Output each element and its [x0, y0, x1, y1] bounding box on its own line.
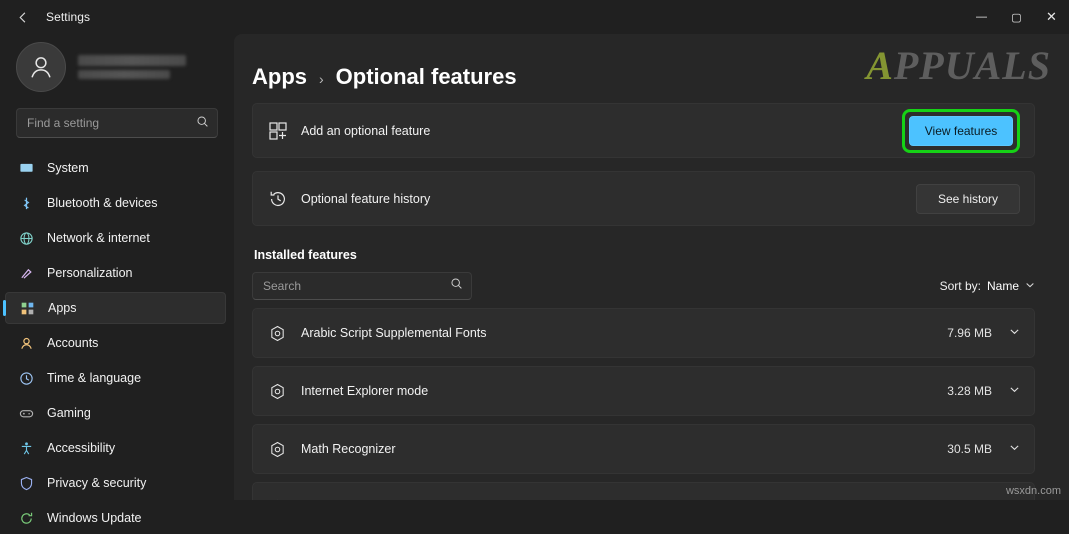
watermark-bottom: wsxdn.com: [1006, 485, 1061, 497]
breadcrumb-parent[interactable]: Apps: [252, 64, 307, 90]
feature-name: Internet Explorer mode: [301, 384, 947, 398]
sidebar: System Bluetooth & devices Network & int…: [0, 34, 234, 500]
feature-icon: [269, 325, 295, 342]
sidebar-item-label: Windows Update: [47, 511, 142, 525]
apps-icon: [16, 301, 38, 316]
sidebar-item-windows-update[interactable]: Windows Update: [5, 502, 226, 534]
sidebar-item-time-language[interactable]: Time & language: [5, 362, 226, 394]
see-history-button[interactable]: See history: [916, 184, 1020, 214]
chevron-down-icon[interactable]: [1006, 326, 1022, 340]
feature-row[interactable]: Arabic Script Supplemental Fonts 7.96 MB: [252, 308, 1035, 358]
search-icon: [196, 115, 209, 131]
feature-row[interactable]: Internet Explorer mode 3.28 MB: [252, 366, 1035, 416]
feature-name: Arabic Script Supplemental Fonts: [301, 326, 947, 340]
monitor-icon: [15, 161, 37, 176]
shield-icon: [15, 476, 37, 491]
settings-search[interactable]: [16, 108, 218, 138]
feature-size: 3.28 MB: [947, 384, 992, 398]
breadcrumb: Apps › Optional features: [252, 34, 1035, 90]
bluetooth-icon: [15, 196, 37, 211]
account-email-blurred: [78, 70, 170, 79]
feature-icon: [269, 383, 295, 400]
sidebar-item-gaming[interactable]: Gaming: [5, 397, 226, 429]
sidebar-item-label: Privacy & security: [47, 476, 146, 490]
card-add-optional-feature: Add an optional feature View features: [252, 103, 1035, 158]
sidebar-item-label: Apps: [48, 301, 77, 315]
title-bar: Settings — ▢ ✕: [0, 0, 1069, 34]
avatar: [16, 42, 66, 92]
card-label: Add an optional feature: [301, 124, 902, 138]
feature-row[interactable]: Math Recognizer 30.5 MB: [252, 424, 1035, 474]
installed-search-input[interactable]: [261, 278, 450, 294]
clock-icon: [15, 371, 37, 386]
search-input[interactable]: [25, 115, 192, 131]
window-controls: — ▢ ✕: [964, 0, 1069, 34]
maximize-button[interactable]: ▢: [999, 0, 1034, 34]
search-icon: [450, 277, 463, 295]
sidebar-item-label: Time & language: [47, 371, 141, 385]
sidebar-item-apps[interactable]: Apps: [5, 292, 226, 324]
feature-name: Math Recognizer: [301, 442, 947, 456]
app-shell: System Bluetooth & devices Network & int…: [0, 34, 1069, 500]
chevron-down-icon[interactable]: [1006, 442, 1022, 456]
view-features-button[interactable]: View features: [909, 116, 1013, 146]
content-area: APPUALS Apps › Optional features Add an …: [234, 34, 1069, 500]
close-button[interactable]: ✕: [1034, 0, 1069, 34]
feature-size: 30.5 MB: [947, 442, 992, 456]
brush-icon: [15, 266, 37, 281]
breadcrumb-separator: ›: [319, 71, 324, 87]
sidebar-nav: System Bluetooth & devices Network & int…: [0, 152, 234, 534]
app-title: Settings: [46, 10, 90, 24]
minimize-button[interactable]: —: [964, 0, 999, 34]
sidebar-item-label: Bluetooth & devices: [47, 196, 158, 210]
sidebar-item-label: Gaming: [47, 406, 91, 420]
sort-label: Sort by:: [940, 279, 981, 293]
sidebar-item-accounts[interactable]: Accounts: [5, 327, 226, 359]
card-label: Optional feature history: [301, 192, 916, 206]
account-name-blurred: [78, 55, 186, 66]
card-optional-feature-history: Optional feature history See history: [252, 171, 1035, 226]
history-icon: [269, 190, 295, 208]
network-icon: [15, 231, 37, 246]
sidebar-item-network-internet[interactable]: Network & internet: [5, 222, 226, 254]
installed-filter-row: Sort by: Name: [252, 272, 1035, 300]
sidebar-item-privacy-security[interactable]: Privacy & security: [5, 467, 226, 499]
sidebar-item-bluetooth-devices[interactable]: Bluetooth & devices: [5, 187, 226, 219]
account-text: [78, 55, 186, 79]
back-button[interactable]: [6, 1, 40, 33]
accessibility-icon: [15, 441, 37, 456]
add-feature-icon: [269, 122, 295, 140]
view-features-highlight: View features: [902, 109, 1020, 153]
feature-size: 7.96 MB: [947, 326, 992, 340]
back-arrow-icon: [16, 10, 31, 25]
account-block[interactable]: [0, 34, 234, 96]
feature-row[interactable]: Microsoft Quick Assist 3.12 MB: [252, 482, 1035, 500]
sidebar-item-label: Personalization: [47, 266, 132, 280]
installed-search[interactable]: [252, 272, 472, 300]
sidebar-item-system[interactable]: System: [5, 152, 226, 184]
sidebar-item-accessibility[interactable]: Accessibility: [5, 432, 226, 464]
sidebar-item-label: Accessibility: [47, 441, 115, 455]
chevron-down-icon[interactable]: [1006, 384, 1022, 398]
page-title: Optional features: [336, 64, 517, 90]
feature-icon: [269, 441, 295, 458]
sort-value: Name: [987, 279, 1019, 293]
sidebar-item-label: Network & internet: [47, 231, 150, 245]
sidebar-item-label: System: [47, 161, 89, 175]
gamepad-icon: [15, 406, 37, 421]
update-icon: [15, 511, 37, 526]
person-icon: [15, 336, 37, 351]
installed-features-title: Installed features: [254, 248, 1035, 262]
person-icon: [26, 52, 56, 82]
sidebar-item-label: Accounts: [47, 336, 98, 350]
sort-control[interactable]: Sort by: Name: [940, 279, 1035, 293]
sidebar-item-personalization[interactable]: Personalization: [5, 257, 226, 289]
chevron-down-icon: [1025, 280, 1035, 292]
